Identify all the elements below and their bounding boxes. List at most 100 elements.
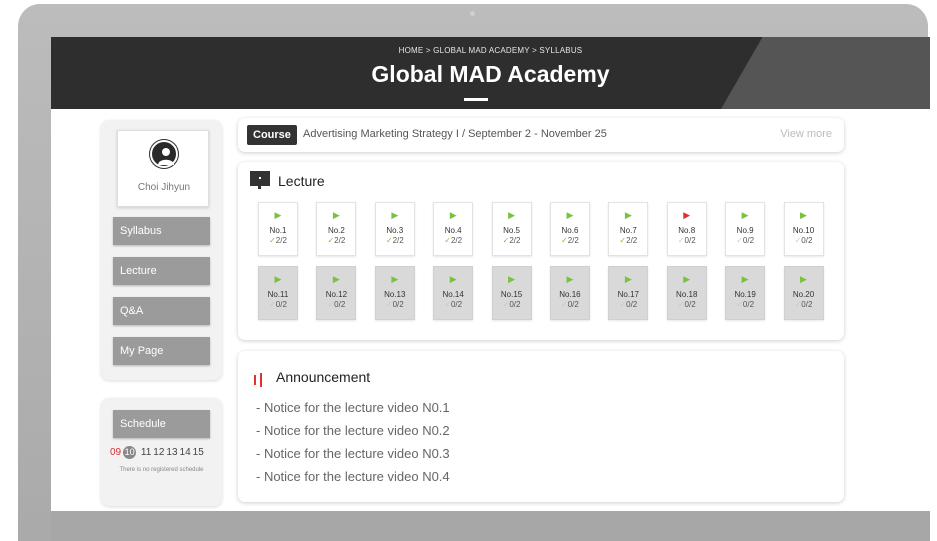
check-icon: ✓ [269, 300, 276, 309]
lecture-heading: Lecture [278, 173, 325, 189]
lecture-progress: ✓0/2 [668, 236, 706, 245]
lecture-item[interactable]: ▶ No.7 ✓2/2 [608, 202, 649, 256]
check-icon: ✓ [561, 300, 568, 309]
lecture-progress: ✓2/2 [609, 236, 647, 245]
progress-value: 0/2 [684, 236, 696, 245]
announcement-item[interactable]: - Notice for the lecture video N0.4 [256, 467, 450, 490]
schedule-day[interactable]: 14 [180, 447, 191, 458]
sidebar-item-my-page[interactable]: My Page [113, 337, 210, 365]
view-more-link[interactable]: View more [780, 128, 832, 140]
lecture-number: No.12 [325, 290, 348, 299]
lecture-progress: ✓0/2 [434, 300, 472, 309]
lecture-item[interactable]: ▶ No.3 ✓2/2 [374, 202, 415, 256]
schedule-day[interactable]: 15 [193, 447, 204, 458]
lecture-progress: ✓0/2 [317, 300, 355, 309]
play-icon: ▶ [274, 274, 282, 284]
lecture-number: No.4 [444, 226, 462, 235]
progress-value: 0/2 [801, 300, 813, 309]
play-icon: ▶ [508, 274, 516, 284]
schedule-day[interactable]: 13 [166, 447, 177, 458]
lecture-progress: ✓0/2 [493, 300, 531, 309]
course-bar: Course Advertising Marketing Strategy I … [238, 118, 844, 152]
lecture-progress: ✓0/2 [726, 300, 764, 309]
lecture-progress: ✓2/2 [259, 236, 297, 245]
lecture-item[interactable]: ▶ No.10 ✓0/2 [783, 202, 824, 256]
lecture-item[interactable]: ▶ No.17 ✓0/2 [608, 266, 649, 320]
lecture-item[interactable]: ▶ No.12 ✓0/2 [316, 266, 357, 320]
play-icon: ▶ [800, 210, 807, 220]
lecture-progress: ✓0/2 [726, 236, 764, 245]
progress-value: 0/2 [509, 300, 521, 309]
check-icon: ✓ [677, 300, 685, 309]
progress-value: 0/2 [801, 236, 813, 245]
check-icon: ✓ [677, 236, 685, 245]
progress-value: 0/2 [334, 300, 346, 309]
sidebar-item-syllabus[interactable]: Syllabus [113, 217, 210, 245]
lecture-item[interactable]: ▶ No.9 ✓0/2 [725, 202, 766, 256]
play-icon: ▶ [566, 210, 574, 220]
play-icon: ▶ [449, 274, 457, 284]
lecture-item[interactable]: ▶ No.19 ✓0/2 [725, 266, 766, 320]
lecture-number: No.13 [384, 290, 406, 299]
lecture-item[interactable]: ▶ No.16 ✓0/2 [549, 266, 590, 320]
announcement-item[interactable]: - Notice for the lecture video N0.2 [256, 421, 450, 444]
announcement-item[interactable]: - Notice for the lecture video N0.3 [256, 444, 450, 467]
schedule-day[interactable]: 11 [141, 447, 151, 458]
play-icon: ▶ [391, 274, 399, 284]
play-icon: ▶ [683, 274, 691, 284]
sidebar-item-qa[interactable]: Q&A [113, 297, 210, 325]
progress-value: 0/2 [742, 300, 755, 309]
lecture-item[interactable]: ▶ No.15 ✓0/2 [491, 266, 532, 320]
lecture-progress: ✓0/2 [785, 300, 823, 309]
progress-value: 2/2 [509, 236, 521, 245]
progress-value: 0/2 [275, 300, 287, 309]
play-icon: ▶ [332, 210, 340, 220]
sidebar-item-lecture[interactable]: Lecture [113, 257, 210, 285]
lecture-progress: ✓2/2 [376, 236, 414, 245]
lecture-number: No.8 [678, 226, 696, 235]
check-icon: ✓ [385, 236, 393, 245]
page-title: Global MAD Academy [371, 61, 610, 87]
check-icon: ✓ [444, 300, 451, 309]
progress-value: 0/2 [626, 300, 638, 309]
progress-value: 2/2 [626, 236, 638, 245]
lecture-item[interactable]: ▶ No.11 ✓0/2 [258, 266, 298, 320]
lecture-number: No.9 [736, 226, 754, 235]
lecture-progress: ✓2/2 [317, 236, 355, 245]
play-icon: ▶ [566, 274, 574, 284]
check-icon: ✓ [269, 236, 276, 245]
profile-card: Choi Jihyun [117, 130, 209, 207]
lecture-progress: ✓0/2 [551, 300, 589, 309]
play-icon: ▶ [391, 210, 399, 220]
announcement-item[interactable]: - Notice for the lecture video N0.1 [256, 398, 450, 421]
play-icon: ▶ [274, 210, 282, 220]
lecture-progress: ✓0/2 [668, 300, 706, 309]
lecture-item[interactable]: ▶ No.13 ✓0/2 [374, 266, 415, 320]
lecture-item[interactable]: ▶ No.20 ✓0/2 [783, 266, 824, 320]
lecture-item[interactable]: ▶ No.6 ✓2/2 [549, 202, 590, 256]
lecture-number: No.17 [617, 290, 640, 299]
lecture-item[interactable]: ▶ No.4 ✓2/2 [433, 202, 474, 256]
title-underline [464, 98, 488, 101]
lecture-progress: ✓0/2 [609, 300, 647, 309]
no-schedule-text: There is no registered schedule [119, 467, 204, 473]
schedule-day[interactable]: 09 [110, 447, 121, 458]
lecture-item[interactable]: ▶ No.18 ✓0/2 [666, 266, 707, 320]
progress-value: 0/2 [392, 300, 404, 309]
lecture-item[interactable]: ▶ No.14 ✓0/2 [433, 266, 474, 320]
play-icon: ▶ [508, 210, 516, 220]
announcement-heading: Announcement [276, 369, 371, 385]
lecture-item[interactable]: ▶ No.2 ✓2/2 [316, 202, 357, 256]
lecture-item[interactable]: ▶ No.5 ✓2/2 [491, 202, 532, 256]
lecture-progress: ✓2/2 [551, 236, 589, 245]
check-icon: ✓ [561, 236, 568, 245]
schedule-day-selected[interactable]: 10 [123, 446, 137, 459]
schedule-day[interactable]: 12 [153, 447, 164, 458]
lecture-progress: ✓2/2 [493, 236, 531, 245]
lecture-item[interactable]: ▶ No.1 ✓2/2 [258, 202, 298, 256]
schedule-button[interactable]: Schedule [113, 410, 210, 438]
user-name: Choi Jihyun [137, 182, 191, 193]
progress-value: 0/2 [742, 236, 755, 245]
lecture-number: No.5 [503, 226, 521, 235]
lecture-item[interactable]: ▶ No.8 ✓0/2 [666, 202, 707, 256]
